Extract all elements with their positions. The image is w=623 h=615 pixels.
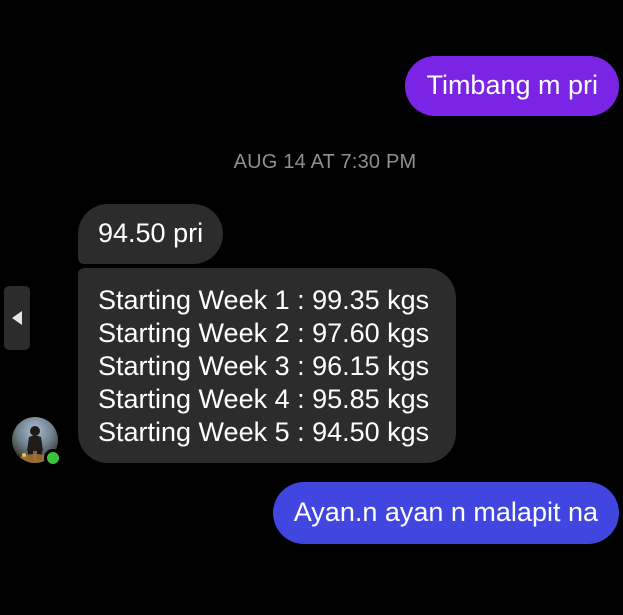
outgoing-message-bubble[interactable]: Timbang m pri xyxy=(405,56,619,116)
weight-log-line: Starting Week 1 : 99.35 kgs xyxy=(98,285,430,315)
outgoing-message-bubble[interactable]: Ayan.n ayan n malapit na xyxy=(272,482,619,544)
weight-log-line: Starting Week 4 : 95.85 kgs xyxy=(98,384,430,414)
incoming-message-bubble-weight-log[interactable]: Starting Week 1 : 99.35 kgs Starting Wee… xyxy=(78,268,457,463)
caret-left-icon xyxy=(12,311,22,325)
side-panel-handle[interactable] xyxy=(4,286,30,350)
message-timestamp: AUG 14 AT 7:30 PM xyxy=(233,151,417,173)
incoming-message-bubble[interactable]: 94.50 pri xyxy=(78,204,224,264)
online-status-icon xyxy=(44,449,62,467)
weight-log-line: Starting Week 3 : 96.15 kgs xyxy=(98,351,430,381)
weight-log-line: Starting Week 2 : 97.60 kgs xyxy=(98,318,430,348)
weight-log-line: Starting Week 5 : 94.50 kgs xyxy=(98,417,430,447)
